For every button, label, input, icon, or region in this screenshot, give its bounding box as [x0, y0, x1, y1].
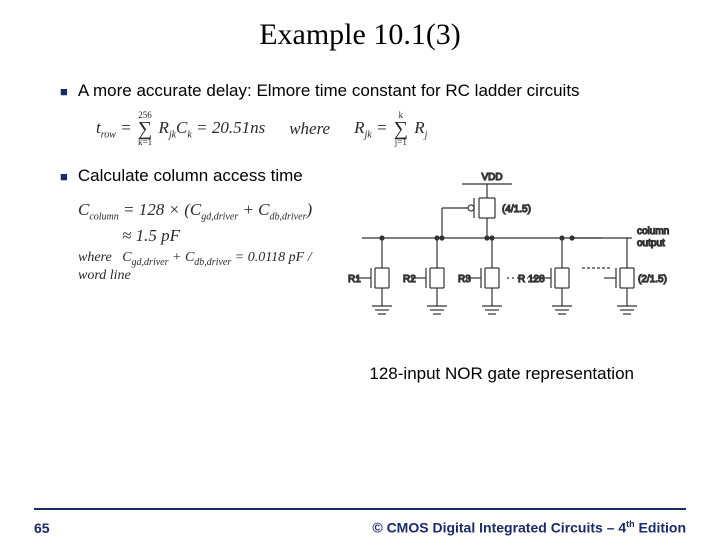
output-label: column [637, 226, 669, 237]
r128-label: R 128 [518, 274, 545, 285]
bullet-1: ■ A more accurate delay: Elmore time con… [60, 80, 672, 103]
page-number: 65 [34, 520, 50, 536]
slide-title: Example 10.1(3) [0, 18, 720, 52]
svg-text:output: output [637, 238, 665, 249]
bullet-2-text: Calculate column access time [78, 165, 303, 188]
r3-label: R3 [458, 274, 471, 285]
bullet-marker-icon: ■ [60, 169, 68, 184]
circuit-diagram: VDD (4/1.5) [342, 168, 672, 368]
pmos-size: (4/1.5) [502, 204, 531, 215]
formula-ccolumn: Ccolumn = 128 × (Cgd,driver + Cdb,driver… [78, 200, 332, 246]
copyright: © CMOS Digital Integrated Circuits – 4th… [372, 519, 686, 536]
content-area: ■ A more accurate delay: Elmore time con… [0, 52, 720, 384]
formula-elmore: trow = 256 ∑ k=1 RjkCk = 20.51ns where R… [96, 111, 672, 147]
r2-label: R2 [403, 274, 416, 285]
nmos-size: (2/1.5) [638, 274, 667, 285]
bullet-marker-icon: ■ [60, 84, 68, 99]
vdd-label: VDD [481, 172, 502, 183]
bullet-1-text: A more accurate delay: Elmore time const… [78, 80, 580, 103]
footer-divider [34, 508, 686, 510]
formula-where: where Cgd,driver + Cdb,driver = 0.0118 p… [78, 250, 332, 284]
r1-label: R1 [348, 274, 361, 285]
footer: 65 © CMOS Digital Integrated Circuits – … [0, 519, 720, 536]
